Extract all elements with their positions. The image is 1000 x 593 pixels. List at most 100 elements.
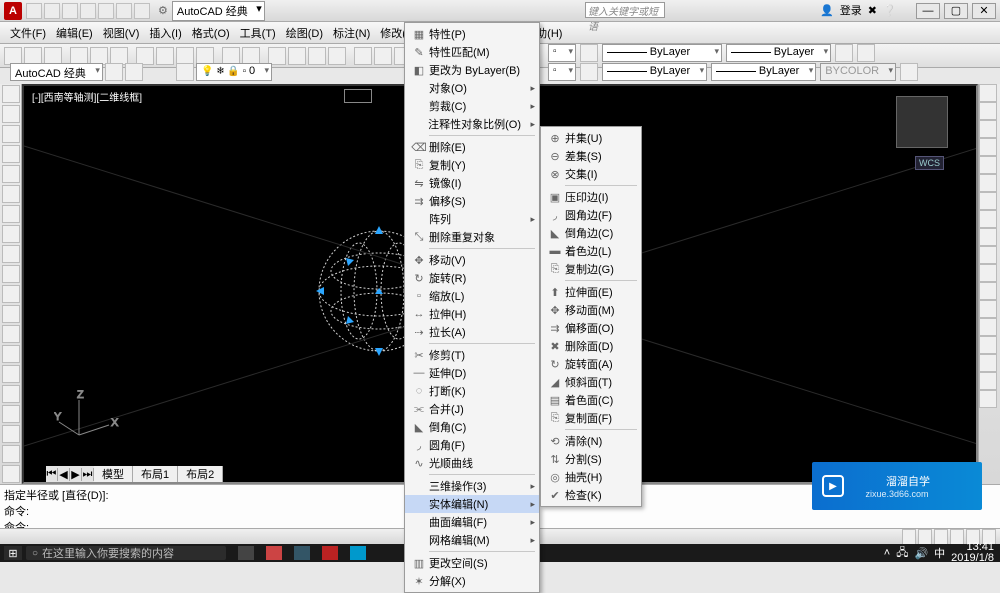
mi-clip[interactable]: 剪裁(C)	[405, 97, 539, 115]
exchange-icon[interactable]: ✖	[868, 4, 877, 17]
block-icon[interactable]	[2, 325, 20, 343]
offset-icon[interactable]	[979, 138, 997, 156]
tb-save-icon[interactable]	[44, 47, 62, 65]
mi-fillet[interactable]: ◞圆角(F)	[405, 436, 539, 454]
workspace-select-2[interactable]: AutoCAD 经典	[10, 63, 103, 81]
mi-extend[interactable]: ―延伸(D)	[405, 364, 539, 382]
mi-erase[interactable]: ⌫删除(E)	[405, 138, 539, 156]
mi-surfedit[interactable]: 曲面编辑(F)	[405, 513, 539, 531]
erase-icon[interactable]	[979, 84, 997, 102]
tray-date[interactable]: 2019/1/8	[951, 553, 994, 564]
taskbar-edge-icon[interactable]	[350, 546, 366, 560]
ws-gear-icon[interactable]	[105, 63, 123, 81]
mi-break[interactable]: ◌打断(K)	[405, 382, 539, 400]
rotate-icon[interactable]	[979, 192, 997, 210]
menu-format[interactable]: 格式(O)	[188, 23, 234, 43]
tb-zoomext-icon[interactable]	[328, 47, 346, 65]
ws-save-icon[interactable]	[125, 63, 143, 81]
mi-match[interactable]: ✎特性匹配(M)	[405, 43, 539, 61]
menu-view[interactable]: 视图(V)	[99, 23, 144, 43]
view-cube[interactable]	[896, 96, 948, 148]
mi-rotate[interactable]: ↻旋转(R)	[405, 269, 539, 287]
mirror-icon[interactable]	[979, 120, 997, 138]
taskbar-search[interactable]: ○ 在这里输入你要搜索的内容	[26, 546, 226, 560]
hatch-icon[interactable]	[2, 365, 20, 383]
mi-3dop[interactable]: 三维操作(3)	[405, 477, 539, 495]
tab-model[interactable]: 模型	[94, 466, 133, 482]
plotstyle-select[interactable]: BYCOLOR	[820, 63, 896, 81]
tray-net-icon[interactable]: 🖧	[896, 544, 908, 563]
help-search-input[interactable]: 键入关键字或短语	[585, 2, 665, 18]
tab-prev-icon[interactable]: ◀	[58, 468, 70, 481]
menu-draw[interactable]: 绘图(D)	[282, 23, 327, 43]
tb-copy-icon[interactable]	[156, 47, 174, 65]
sm-taperface[interactable]: ◢倾斜面(T)	[541, 373, 641, 391]
wcs-badge[interactable]: WCS	[915, 156, 944, 170]
tb-orbit-icon[interactable]	[308, 47, 326, 65]
circle-icon[interactable]	[2, 205, 20, 223]
transparency-icon[interactable]	[857, 44, 875, 62]
tb-props-icon[interactable]	[354, 47, 372, 65]
tray-up-icon[interactable]: ˄	[884, 547, 890, 559]
mi-chspace[interactable]: ▥更改空间(S)	[405, 554, 539, 572]
taskview-icon[interactable]	[238, 546, 254, 560]
linetype-select[interactable]: ByLayer	[602, 44, 722, 62]
fillet-icon[interactable]	[979, 354, 997, 372]
color-select[interactable]: ▫	[548, 44, 576, 62]
line-icon[interactable]	[2, 85, 20, 103]
taskbar-app2-icon[interactable]	[294, 546, 310, 560]
sm-moveface[interactable]: ✥移动面(M)	[541, 301, 641, 319]
login-link[interactable]: 登录	[840, 2, 862, 18]
mi-array[interactable]: 阵列	[405, 210, 539, 228]
sm-clean[interactable]: ⟲清除(N)	[541, 432, 641, 450]
qat-undo-icon[interactable]	[116, 3, 132, 19]
sm-copyedge[interactable]: ⎘复制边(G)	[541, 260, 641, 278]
tray-vol-icon[interactable]: 🔊	[914, 547, 928, 560]
paintbrush-icon[interactable]	[580, 44, 598, 62]
mi-solidedit[interactable]: 实体编辑(N)	[405, 495, 539, 513]
tb-match-icon[interactable]	[196, 47, 214, 65]
ellipsearc-icon[interactable]	[2, 285, 20, 303]
sm-intersect[interactable]: ⊗交集(I)	[541, 165, 641, 183]
mtext-icon[interactable]	[2, 445, 20, 463]
menu-edit[interactable]: 编辑(E)	[52, 23, 97, 43]
sm-offsetface[interactable]: ⇉偏移面(O)	[541, 319, 641, 337]
ellipse-icon[interactable]	[2, 265, 20, 283]
qat-saveas-icon[interactable]	[80, 3, 96, 19]
tb-pan-icon[interactable]	[268, 47, 286, 65]
mi-properties[interactable]: ▦特性(P)	[405, 25, 539, 43]
sm-rotateface[interactable]: ↻旋转面(A)	[541, 355, 641, 373]
mi-del-repeat[interactable]: ⤡删除重复对象	[405, 228, 539, 246]
sm-deleteface[interactable]: ✖删除面(D)	[541, 337, 641, 355]
extend-icon[interactable]	[979, 264, 997, 282]
sm-extrudeface[interactable]: ⬆拉伸面(E)	[541, 283, 641, 301]
tb-dcenter-icon[interactable]	[374, 47, 392, 65]
layer-props-icon[interactable]	[176, 63, 194, 81]
taskbar-app3-icon[interactable]	[322, 546, 338, 560]
tray-ime-icon[interactable]: 中	[934, 545, 945, 561]
sm-colorface[interactable]: ▤着色面(C)	[541, 391, 641, 409]
revcloud-icon[interactable]	[2, 225, 20, 243]
taskbar-app1-icon[interactable]	[266, 546, 282, 560]
tab-first-icon[interactable]: ⏮	[46, 468, 58, 481]
sm-separate[interactable]: ⇅分割(S)	[541, 450, 641, 468]
linetype-select-2[interactable]: ByLayer	[602, 63, 707, 81]
tb-open-icon[interactable]	[24, 47, 42, 65]
addsel-icon[interactable]	[2, 465, 20, 483]
tb-paste-icon[interactable]	[176, 47, 194, 65]
mi-lengthen[interactable]: ⇢拉长(A)	[405, 323, 539, 341]
sm-chamferedge[interactable]: ◣倒角边(C)	[541, 224, 641, 242]
table-icon[interactable]	[2, 425, 20, 443]
lineweight-select[interactable]: ByLayer	[726, 44, 831, 62]
explode-icon[interactable]	[979, 390, 997, 408]
tb-zoom-icon[interactable]	[288, 47, 306, 65]
qat-save-icon[interactable]	[62, 3, 78, 19]
close-button[interactable]: ✕	[972, 3, 996, 19]
list-icon[interactable]	[900, 63, 918, 81]
qat-new-icon[interactable]	[26, 3, 42, 19]
scale-icon[interactable]	[979, 210, 997, 228]
color-select-2[interactable]: ▫	[548, 63, 576, 81]
sm-imprint[interactable]: ▣压印边(I)	[541, 188, 641, 206]
mi-annoscale[interactable]: 注释性对象比例(O)	[405, 115, 539, 133]
sm-check[interactable]: ✔检查(K)	[541, 486, 641, 504]
